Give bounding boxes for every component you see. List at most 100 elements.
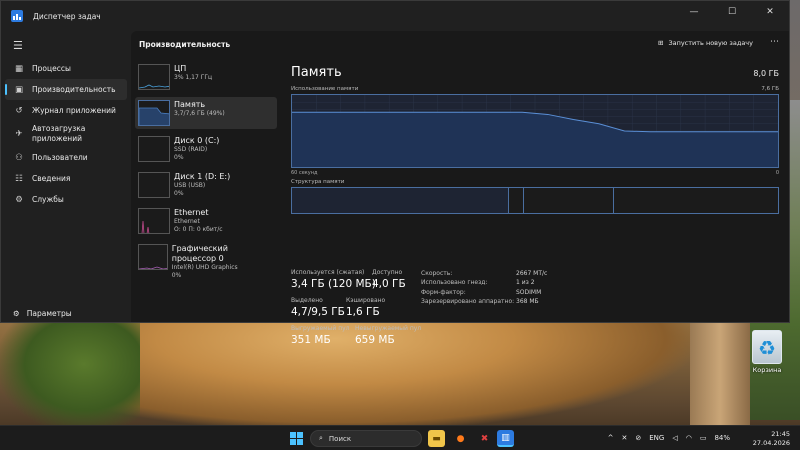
network-icon[interactable]: ⊘ <box>635 434 641 442</box>
structure-modified <box>509 188 524 213</box>
run-task-label: Запустить новую задачу <box>668 39 753 47</box>
device-memory[interactable]: Память 3,7/7,6 ГБ (49%) <box>135 97 277 129</box>
performance-icon: ▣ <box>14 84 24 95</box>
services-icon: ⚙ <box>15 194 23 205</box>
device-cpu[interactable]: ЦП 3% 1,17 ГГц <box>135 61 277 93</box>
sidebar-item-users[interactable]: ⚇ Пользователи <box>1 147 131 168</box>
firefox-icon[interactable]: ● <box>452 430 469 447</box>
users-icon: ⚇ <box>15 152 23 163</box>
cpu-thumbnail <box>138 64 170 90</box>
sidebar: ☰ ▦ Процессы ▣ Производительность ↺ Журн… <box>1 31 131 322</box>
device-ethernet[interactable]: Ethernet Ethernet О: 0 П: 0 кбит/с <box>135 205 277 237</box>
window-title: Диспетчер задач <box>33 11 101 21</box>
device-name: Память <box>174 100 206 109</box>
stat-value: 4,7/9,5 ГБ <box>291 306 345 318</box>
detail-value: 368 МБ <box>516 298 539 306</box>
clock-date: 27.04.2026 <box>752 439 790 447</box>
detail-key: Зарезервировано аппаратно: <box>421 298 515 306</box>
details-icon: ☷ <box>15 173 23 184</box>
maximize-button[interactable]: ☐ <box>713 1 751 23</box>
wifi-icon[interactable]: ◠ <box>686 434 692 442</box>
settings-button[interactable]: ⚙ Параметры <box>13 309 72 318</box>
stat-value: 659 МБ <box>355 334 395 346</box>
sidebar-item-label: Журнал приложений <box>32 106 116 115</box>
chevron-up-icon[interactable]: ^ <box>608 434 614 442</box>
recycle-bin[interactable]: ♻ Корзина <box>745 330 789 374</box>
memory-usage-graph <box>291 94 779 168</box>
system-tray: ^ ✕ ⊘ ENG ◁ ◠ ▭ 84% <box>608 434 730 442</box>
sidebar-item-app-history[interactable]: ↺ Журнал приложений <box>1 100 131 121</box>
gear-icon: ⚙ <box>13 309 20 318</box>
run-new-task-button[interactable]: ⊞ Запустить новую задачу <box>658 39 753 47</box>
device-sub: 3,7/7,6 ГБ (49%) <box>174 110 225 117</box>
task-manager-taskbar-icon[interactable]: ▥ <box>497 430 514 447</box>
device-gpu[interactable]: Графический процессор 0 Intel(R) UHD Gra… <box>135 241 277 279</box>
device-name: Диск 0 (C:) <box>174 136 220 145</box>
memory-structure-bar <box>291 187 779 214</box>
device-disk0[interactable]: Диск 0 (C:) SSD (RAID) 0% <box>135 133 277 165</box>
stat-value: 4,0 ГБ <box>372 278 406 290</box>
more-options-icon[interactable]: ⋯ <box>770 37 779 47</box>
stat-paged-pool: Выгружаемый пул 351 МБ <box>291 325 350 346</box>
minimize-button[interactable]: — <box>675 1 713 23</box>
detail-row: Использовано гнезд: 1 из 2 <box>421 278 547 287</box>
language-indicator[interactable]: ENG <box>649 434 664 442</box>
hamburger-menu-icon[interactable]: ☰ <box>1 31 131 52</box>
file-explorer-icon[interactable]: ▬ <box>428 430 445 447</box>
detail-key: Использовано гнезд: <box>421 279 488 287</box>
stat-value: 351 МБ <box>291 334 331 346</box>
structure-in-use <box>292 188 509 213</box>
device-sub: 0% <box>174 190 184 197</box>
start-button[interactable] <box>290 432 303 445</box>
detail-row: Зарезервировано аппаратно: 368 МБ <box>421 297 547 306</box>
task-manager-window: Диспетчер задач — ☐ ✕ ☰ ▦ Процессы ▣ Про… <box>0 0 790 346</box>
ethernet-thumbnail <box>138 208 170 234</box>
sidebar-item-details[interactable]: ☷ Сведения <box>1 168 131 189</box>
stat-value: 1,6 ГБ <box>346 306 380 318</box>
app-history-icon: ↺ <box>15 105 23 116</box>
sidebar-item-startup[interactable]: ✈ Автозагрузка приложений <box>1 121 131 147</box>
close-button[interactable]: ✕ <box>751 1 789 23</box>
recycle-bin-label: Корзина <box>752 366 782 374</box>
detail-value: 1 из 2 <box>516 279 535 287</box>
detail-value: SODIMM <box>516 288 542 296</box>
gpu-thumbnail <box>138 244 168 270</box>
device-disk1[interactable]: Диск 1 (D: E:) USB (USB) 0% <box>135 169 277 201</box>
battery-icon[interactable]: ▭ <box>700 434 707 442</box>
app-x-icon[interactable]: ✖ <box>476 430 493 447</box>
stat-label: Используется (сжатая) <box>291 269 365 276</box>
memory-panel: Память 8,0 ГБ Использование памяти 7,6 Г… <box>291 65 779 346</box>
detail-row: Форм-фактор: SODIMM <box>421 288 547 297</box>
stat-available: Доступно 4,0 ГБ <box>372 269 406 290</box>
device-sub: SSD (RAID) <box>174 146 208 153</box>
memory-details: Скорость: 2667 МТ/с Использовано гнезд: 1 … <box>421 269 547 307</box>
stat-cached: Кэшировано 1,6 ГБ <box>346 297 385 318</box>
device-name: ЦП <box>174 64 187 73</box>
speaker-icon[interactable]: ◁ <box>672 434 677 442</box>
sidebar-item-services[interactable]: ⚙ Службы <box>1 189 131 210</box>
sidebar-item-performance[interactable]: ▣ Производительность <box>5 79 127 100</box>
settings-label: Параметры <box>26 309 72 318</box>
task-manager-app-icon <box>11 10 23 22</box>
window-controls: — ☐ ✕ <box>675 1 789 23</box>
device-list: ЦП 3% 1,17 ГГц Память 3,7/7,6 ГБ (49%) Д… <box>135 61 277 279</box>
device-sub: Intel(R) UHD Graphics <box>171 264 238 271</box>
stat-label: Кэшировано <box>346 297 386 304</box>
stat-in-use: Используется (сжатая) 3,4 ГБ (120 МБ) <box>291 269 376 290</box>
structure-standby <box>524 188 614 213</box>
startup-icon: ✈ <box>15 129 23 139</box>
search-box[interactable]: ⌕ Поиск <box>310 430 422 447</box>
search-icon: ⌕ <box>319 434 323 442</box>
axis-right-label: 0 <box>775 170 779 176</box>
sidebar-item-label: Сведения <box>32 174 71 183</box>
device-sub: 0% <box>174 154 184 161</box>
mute-icon[interactable]: ✕ <box>621 434 627 442</box>
detail-row: Скорость: 2667 МТ/с <box>421 269 547 278</box>
clock[interactable]: 21:45 27.04.2026 <box>753 430 790 448</box>
disk1-thumbnail <box>138 172 170 198</box>
clock-time: 21:45 <box>771 430 790 438</box>
detail-value: 2667 МТ/с <box>516 270 548 277</box>
sidebar-item-processes[interactable]: ▦ Процессы <box>1 58 131 79</box>
title-bar[interactable]: Диспетчер задач <box>1 1 789 31</box>
disk0-thumbnail <box>138 136 170 162</box>
